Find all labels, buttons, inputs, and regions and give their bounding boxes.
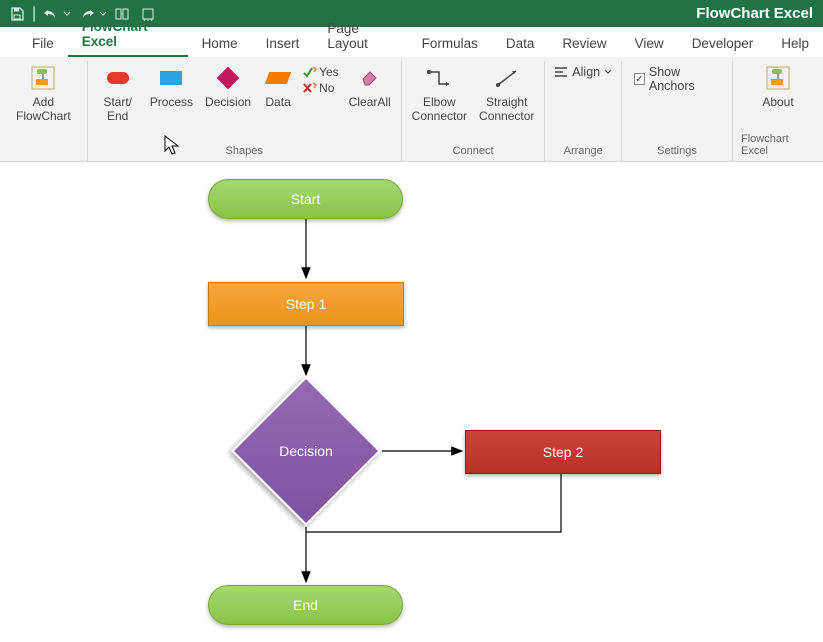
ribbon: Add FlowChart Start/ End Process Decisio… xyxy=(0,57,823,162)
decision-button[interactable]: Decision xyxy=(203,63,253,109)
eraser-icon xyxy=(359,65,381,91)
title-bar: | FlowChart Excel xyxy=(0,0,823,27)
startend-label: Start/ End xyxy=(103,95,132,123)
data-label: Data xyxy=(265,95,290,109)
app-title: FlowChart Excel xyxy=(160,5,823,22)
process-label: Process xyxy=(150,95,193,109)
flowchart-about-icon xyxy=(765,65,791,91)
diamond-icon xyxy=(217,67,240,90)
menu-bar: File FlowChart Excel Home Insert Page La… xyxy=(0,27,823,57)
tab-developer[interactable]: Developer xyxy=(678,31,768,57)
straight-label: Straight Connector xyxy=(479,95,534,123)
no-button[interactable]: No xyxy=(303,81,334,95)
shapes-group-label: Shapes xyxy=(226,145,263,161)
pencil-check-icon xyxy=(303,66,317,78)
tab-home[interactable]: Home xyxy=(188,31,252,57)
align-label: Align xyxy=(572,65,600,79)
undo-dropdown-icon[interactable] xyxy=(62,3,72,25)
show-anchors-checkbox[interactable]: ✓ Show Anchors xyxy=(630,63,724,95)
pencil-x-icon xyxy=(303,82,317,94)
tab-insert[interactable]: Insert xyxy=(252,31,314,57)
step1-node-label: Step 1 xyxy=(286,296,326,312)
group-about: About Flowchart Excel xyxy=(733,61,823,161)
end-node[interactable]: End xyxy=(208,585,403,625)
elbow-connector-button[interactable]: Elbow Connector xyxy=(410,63,469,123)
grid-toggle-icon[interactable] xyxy=(138,3,160,25)
tab-data[interactable]: Data xyxy=(492,31,549,57)
step2-node-label: Step 2 xyxy=(543,444,583,460)
straight-connector-button[interactable]: Straight Connector xyxy=(477,63,536,123)
decision-node-label: Decision xyxy=(279,443,333,459)
about-label: About xyxy=(762,95,793,109)
group-add-flowchart: Add FlowChart xyxy=(0,61,88,161)
rect-blue-icon xyxy=(160,71,182,85)
data-button[interactable]: Data xyxy=(261,63,295,109)
show-anchors-label: Show Anchors xyxy=(649,65,720,93)
startend-button[interactable]: Start/ End xyxy=(96,63,140,123)
group-arrange: Align Arrange xyxy=(545,61,622,161)
group-connect: Elbow Connector Straight Connector Conne… xyxy=(402,61,546,161)
grid-snap-icon[interactable] xyxy=(112,3,134,25)
chevron-down-icon xyxy=(604,68,612,76)
step1-node[interactable]: Step 1 xyxy=(208,282,404,326)
parallelogram-icon xyxy=(265,72,291,84)
yes-no-buttons: Yes No xyxy=(303,63,339,95)
checkbox-icon: ✓ xyxy=(634,73,645,85)
tab-view[interactable]: View xyxy=(621,31,678,57)
no-label: No xyxy=(319,81,334,95)
mouse-cursor-icon xyxy=(164,135,180,160)
save-icon[interactable] xyxy=(6,3,28,25)
redo-dropdown-icon[interactable] xyxy=(98,3,108,25)
decision-label: Decision xyxy=(205,95,251,109)
about-button[interactable]: About xyxy=(756,63,800,109)
tab-review[interactable]: Review xyxy=(548,31,620,57)
add-flowchart-label: Add FlowChart xyxy=(16,95,71,123)
step2-node[interactable]: Step 2 xyxy=(465,430,661,474)
flowchart-canvas[interactable]: Start Step 1 Decision Step 2 End xyxy=(0,162,823,642)
elbow-connector-icon xyxy=(426,65,452,91)
add-flowchart-button[interactable]: Add FlowChart xyxy=(14,63,73,123)
tab-page-layout[interactable]: Page Layout xyxy=(313,16,407,57)
align-icon xyxy=(554,65,568,79)
elbow-label: Elbow Connector xyxy=(412,95,467,123)
redo-icon[interactable] xyxy=(76,3,98,25)
end-node-label: End xyxy=(293,597,318,613)
arrange-group-label: Arrange xyxy=(564,145,603,161)
straight-connector-icon xyxy=(494,65,520,91)
connect-group-label: Connect xyxy=(453,145,494,161)
undo-icon[interactable] xyxy=(40,3,62,25)
decision-node[interactable]: Decision xyxy=(253,398,359,504)
process-button[interactable]: Process xyxy=(148,63,195,109)
tab-file[interactable]: File xyxy=(18,31,68,57)
flowchart-icon xyxy=(30,65,56,91)
connectors-svg xyxy=(0,162,823,642)
yes-button[interactable]: Yes xyxy=(303,65,339,79)
yes-label: Yes xyxy=(319,65,339,79)
tab-help[interactable]: Help xyxy=(767,31,823,57)
settings-group-label: Settings xyxy=(657,145,697,161)
group-shapes: Start/ End Process Decision Data Yes xyxy=(88,61,402,161)
align-button[interactable]: Align xyxy=(550,63,616,81)
about-group-label: Flowchart Excel xyxy=(741,133,815,161)
start-node[interactable]: Start xyxy=(208,179,403,219)
pill-red-icon xyxy=(107,72,129,84)
start-node-label: Start xyxy=(291,191,321,207)
clearall-label: ClearAll xyxy=(349,95,391,109)
tab-formulas[interactable]: Formulas xyxy=(408,31,492,57)
group-settings: ✓ Show Anchors Settings xyxy=(622,61,733,161)
clearall-button[interactable]: ClearAll xyxy=(347,63,393,109)
